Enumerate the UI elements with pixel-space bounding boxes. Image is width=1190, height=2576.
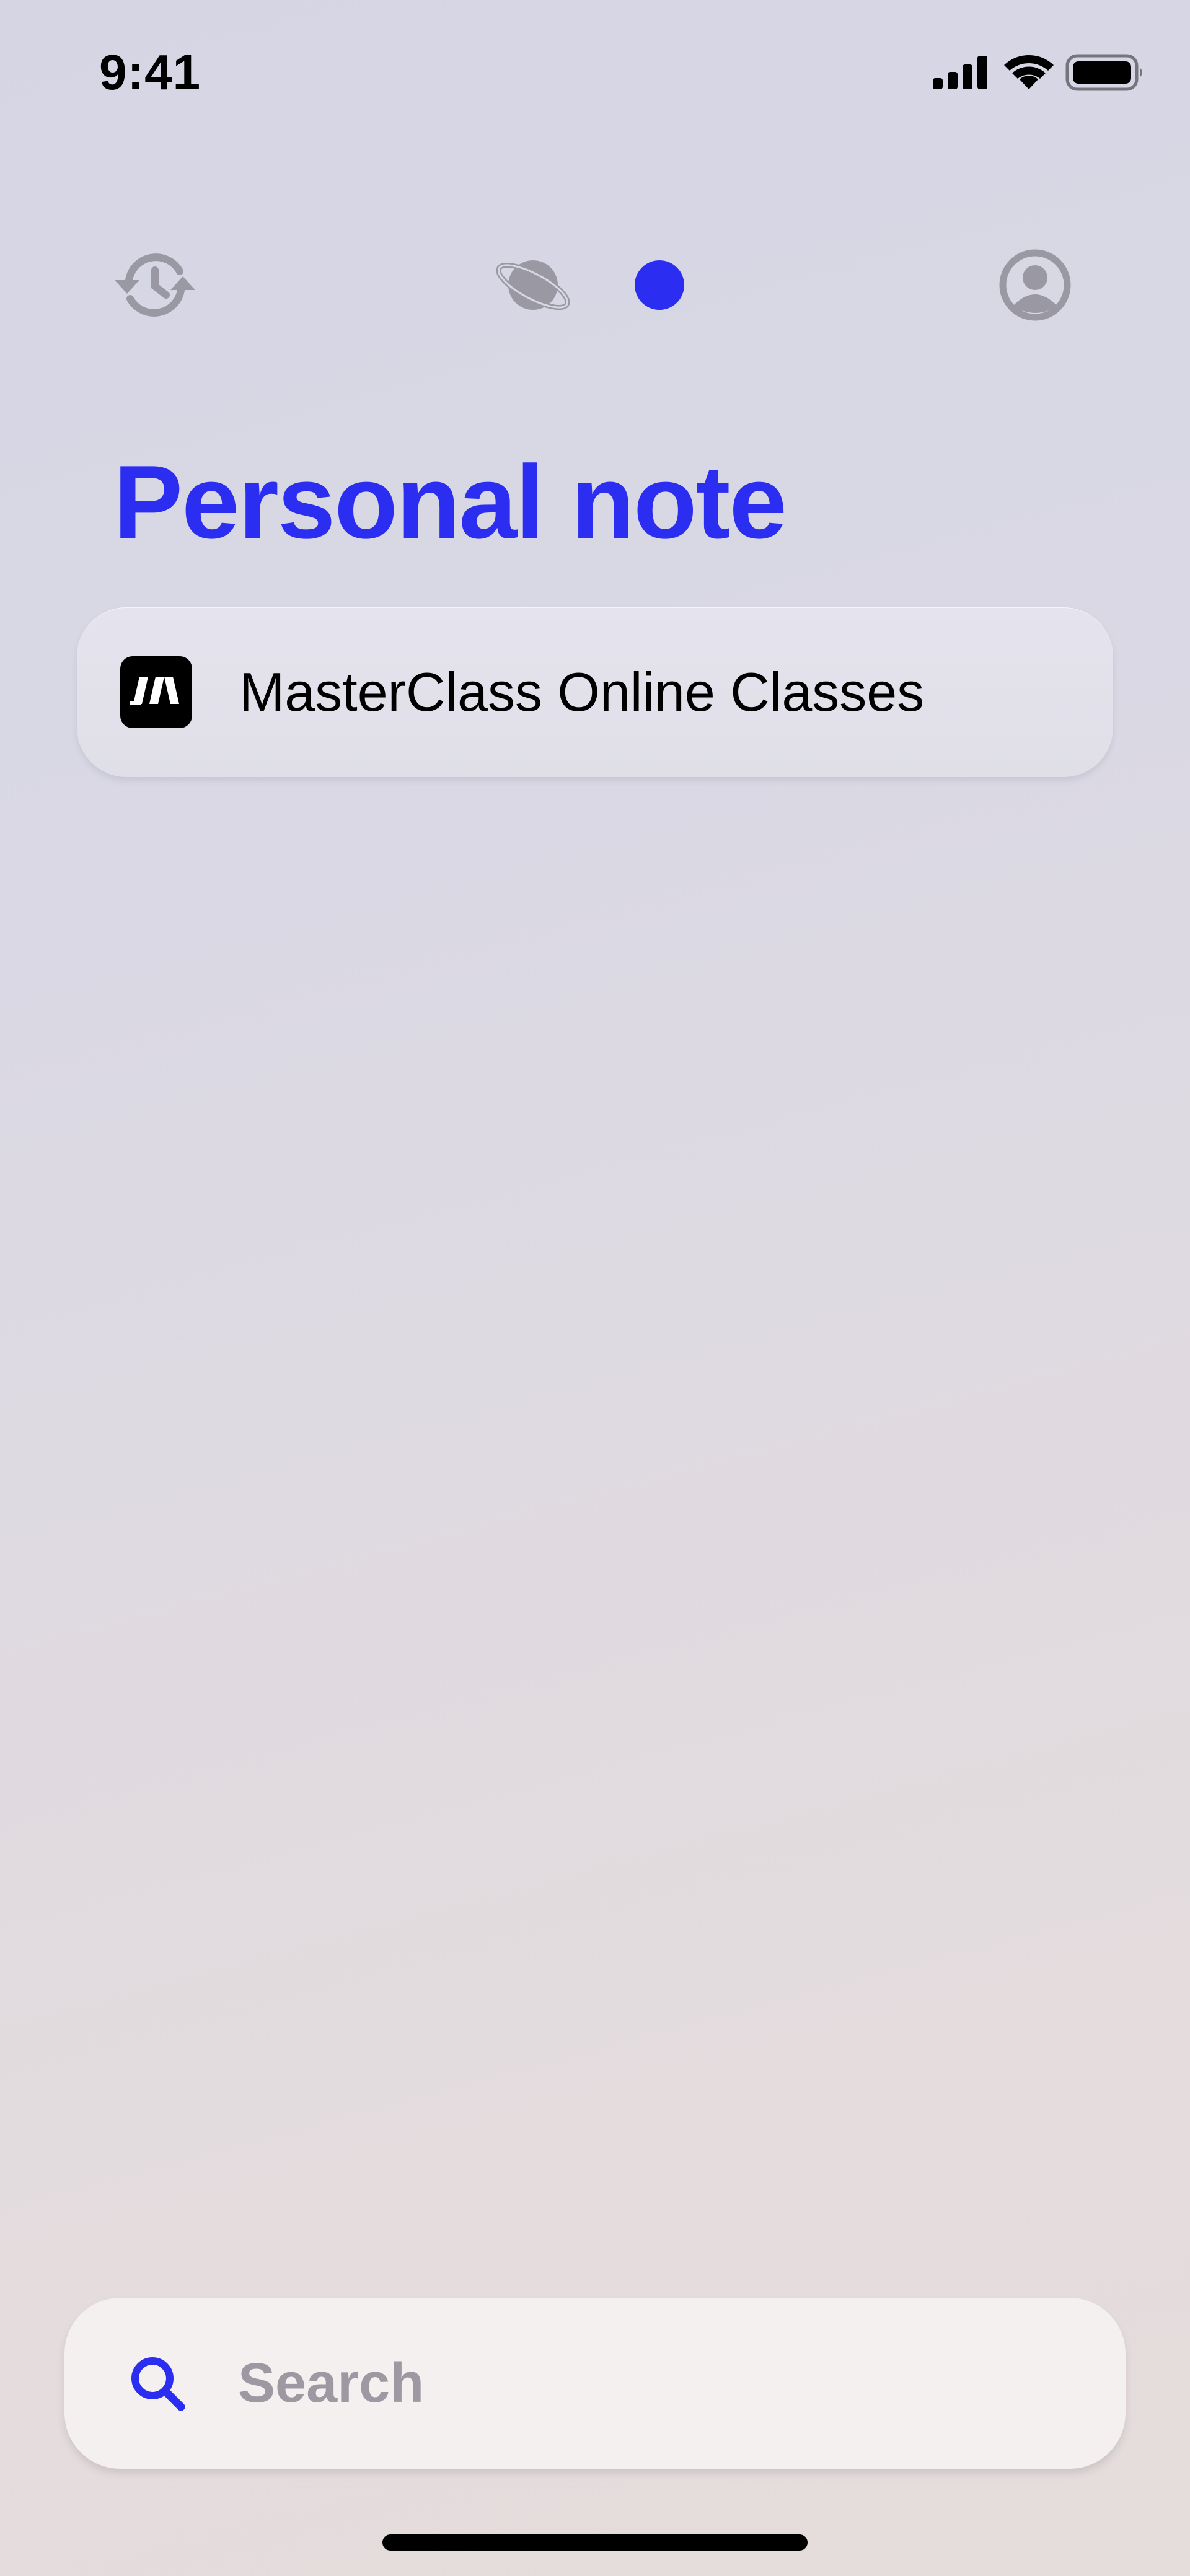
planet-icon[interactable] [490, 242, 576, 328]
history-icon[interactable] [112, 242, 198, 328]
cellular-signal-icon [933, 56, 987, 89]
page-title: Personal note [113, 444, 787, 560]
battery-icon [1065, 54, 1142, 91]
profile-icon[interactable] [992, 242, 1078, 328]
masterclass-logo-icon [120, 656, 192, 728]
active-page-dot[interactable] [635, 260, 684, 310]
list-item[interactable]: MasterClass Online Classes [77, 607, 1113, 777]
status-icons [930, 51, 1147, 94]
list-item-label: MasterClass Online Classes [239, 661, 925, 723]
search-icon [131, 2357, 185, 2411]
status-time: 9:41 [99, 45, 201, 100]
home-indicator[interactable] [382, 2534, 808, 2551]
wifi-icon [1004, 55, 1054, 89]
search-input[interactable] [238, 2351, 1044, 2416]
search-bar[interactable] [64, 2298, 1126, 2469]
